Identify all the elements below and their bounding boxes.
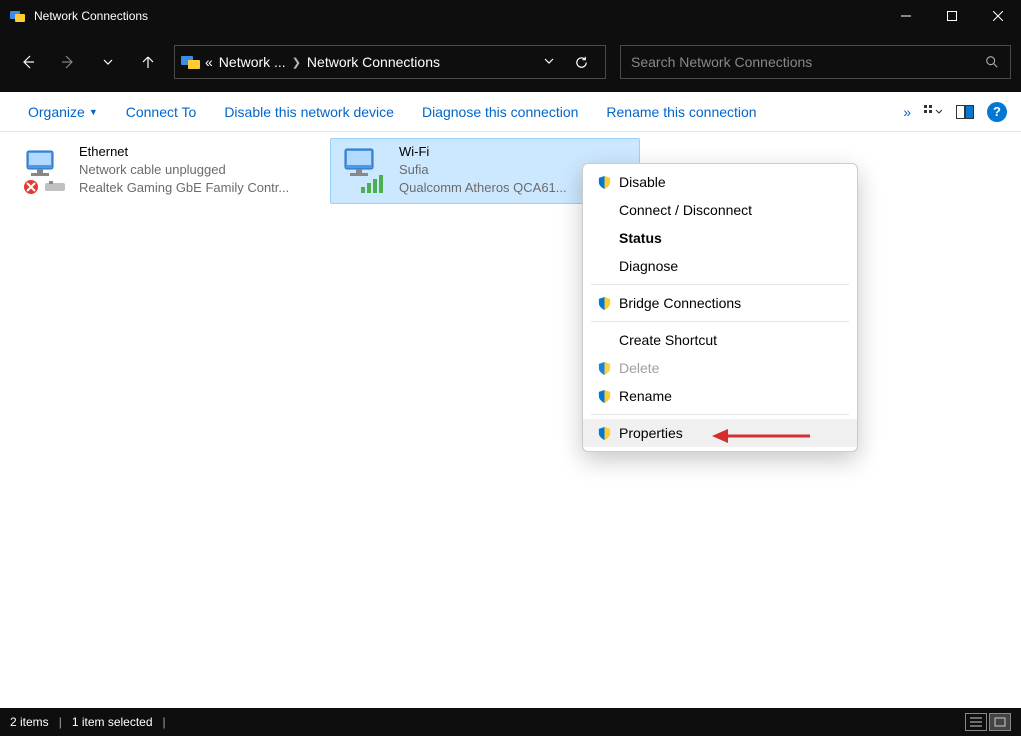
adapter-device: Realtek Gaming GbE Family Contr...	[79, 179, 289, 197]
window-title: Network Connections	[34, 9, 883, 23]
ctx-delete: Delete	[583, 354, 857, 382]
status-bar: 2 items | 1 item selected |	[0, 708, 1021, 736]
search-input[interactable]	[621, 54, 974, 70]
details-view-button[interactable]	[965, 713, 987, 731]
ethernet-icon	[17, 143, 73, 199]
command-bar: Organize▼ Connect To Disable this networ…	[0, 92, 1021, 132]
breadcrumb-part1[interactable]: Network ...	[219, 54, 286, 70]
adapter-ethernet[interactable]: Ethernet Network cable unplugged Realtek…	[10, 138, 320, 204]
search-box[interactable]	[620, 45, 1011, 79]
ctx-connect-disconnect[interactable]: Connect / Disconnect	[583, 196, 857, 224]
recent-dropdown[interactable]	[90, 44, 126, 80]
adapter-status: Network cable unplugged	[79, 161, 289, 179]
nav-bar: « Network ... ❯ Network Connections	[0, 32, 1021, 92]
location-icon	[181, 54, 201, 70]
adapter-name: Ethernet	[79, 143, 289, 161]
ctx-separator	[591, 321, 849, 322]
up-button[interactable]	[130, 44, 166, 80]
close-button[interactable]	[975, 0, 1021, 32]
annotation-arrow	[712, 426, 812, 451]
ctx-bridge[interactable]: Bridge Connections	[583, 289, 857, 317]
ctx-rename[interactable]: Rename	[583, 382, 857, 410]
content-area: Ethernet Network cable unplugged Realtek…	[0, 132, 1021, 708]
status-selected-count: 1 item selected	[72, 715, 153, 729]
breadcrumb-chevron[interactable]: ❯	[292, 56, 301, 69]
breadcrumb-part2[interactable]: Network Connections	[307, 54, 440, 70]
ctx-disable[interactable]: Disable	[583, 168, 857, 196]
ctx-status[interactable]: Status	[583, 224, 857, 252]
ctx-create-shortcut[interactable]: Create Shortcut	[583, 326, 857, 354]
rename-button[interactable]: Rename this connection	[592, 92, 770, 131]
organize-menu[interactable]: Organize▼	[14, 92, 112, 131]
address-bar[interactable]: « Network ... ❯ Network Connections	[174, 45, 606, 79]
preview-pane-button[interactable]	[951, 98, 979, 126]
adapter-name: Wi-Fi	[399, 143, 567, 161]
app-icon	[10, 9, 26, 23]
large-icons-view-button[interactable]	[989, 713, 1011, 731]
forward-button[interactable]	[50, 44, 86, 80]
back-button[interactable]	[10, 44, 46, 80]
breadcrumb-sep: «	[205, 54, 213, 70]
context-menu: Disable Connect / Disconnect Status Diag…	[582, 163, 858, 452]
minimize-button[interactable]	[883, 0, 929, 32]
ctx-separator	[591, 414, 849, 415]
view-options-button[interactable]	[919, 98, 947, 126]
title-bar: Network Connections	[0, 0, 1021, 32]
address-history-dropdown[interactable]	[535, 54, 563, 70]
wifi-icon	[337, 143, 393, 199]
search-icon[interactable]	[974, 55, 1010, 69]
help-button[interactable]: ?	[987, 102, 1007, 122]
ctx-diagnose[interactable]: Diagnose	[583, 252, 857, 280]
refresh-button[interactable]	[563, 45, 599, 79]
connect-to-button[interactable]: Connect To	[112, 92, 211, 131]
adapter-status: Sufia	[399, 161, 567, 179]
diagnose-button[interactable]: Diagnose this connection	[408, 92, 592, 131]
maximize-button[interactable]	[929, 0, 975, 32]
adapter-device: Qualcomm Atheros QCA61...	[399, 179, 567, 197]
ctx-separator	[591, 284, 849, 285]
overflow-button[interactable]: »	[897, 92, 917, 131]
disable-device-button[interactable]: Disable this network device	[210, 92, 408, 131]
status-item-count: 2 items	[10, 715, 49, 729]
